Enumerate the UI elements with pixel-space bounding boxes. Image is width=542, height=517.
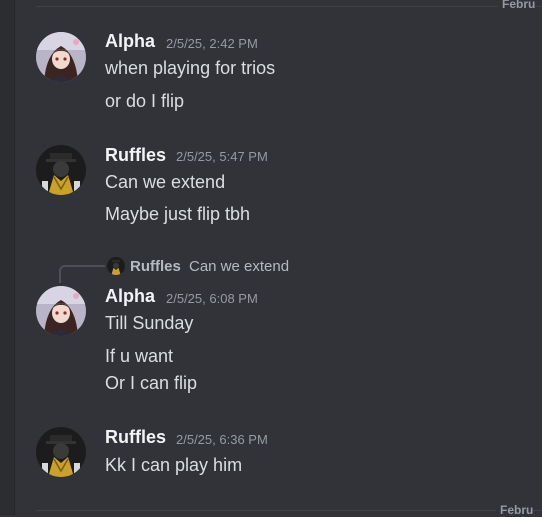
anime-girl-avatar[interactable] <box>36 32 86 82</box>
message-author[interactable]: Ruffles <box>105 427 166 448</box>
date-divider-top <box>36 6 542 7</box>
masked-figure-avatar[interactable] <box>36 145 86 195</box>
masked-figure-avatar[interactable] <box>36 427 86 477</box>
message-text: when playing for trios <box>105 58 276 78</box>
message-author[interactable]: Alpha <box>105 286 155 307</box>
message-text: If u want <box>105 346 174 366</box>
message-timestamp: 2/5/25, 6:36 PM <box>176 432 268 447</box>
message-timestamp: 2/5/25, 5:47 PM <box>176 149 268 164</box>
date-divider-top-label: Febru <box>498 0 536 11</box>
message-author[interactable]: Ruffles <box>105 145 166 166</box>
left-panel-edge <box>0 0 15 515</box>
message-text: Kk I can play him <box>105 455 243 475</box>
reply-author[interactable]: Ruffles <box>130 258 181 275</box>
masked-figure-avatar-small[interactable] <box>107 257 125 275</box>
reply-connector <box>59 265 105 283</box>
message-text: Till Sunday <box>105 313 194 333</box>
message-text: Or I can flip <box>105 373 198 393</box>
message-timestamp: 2/5/25, 6:08 PM <box>166 291 258 306</box>
message-timestamp: 2/5/25, 2:42 PM <box>166 36 258 51</box>
anime-girl-avatar[interactable] <box>36 286 86 336</box>
message-author[interactable]: Alpha <box>105 31 155 52</box>
reply-preview-text[interactable]: Can we extend <box>189 258 289 275</box>
message-text: Can we extend <box>105 172 226 192</box>
message-text: or do I flip <box>105 91 185 111</box>
date-divider-bottom <box>36 510 542 511</box>
message-text: Maybe just flip tbh <box>105 204 251 224</box>
